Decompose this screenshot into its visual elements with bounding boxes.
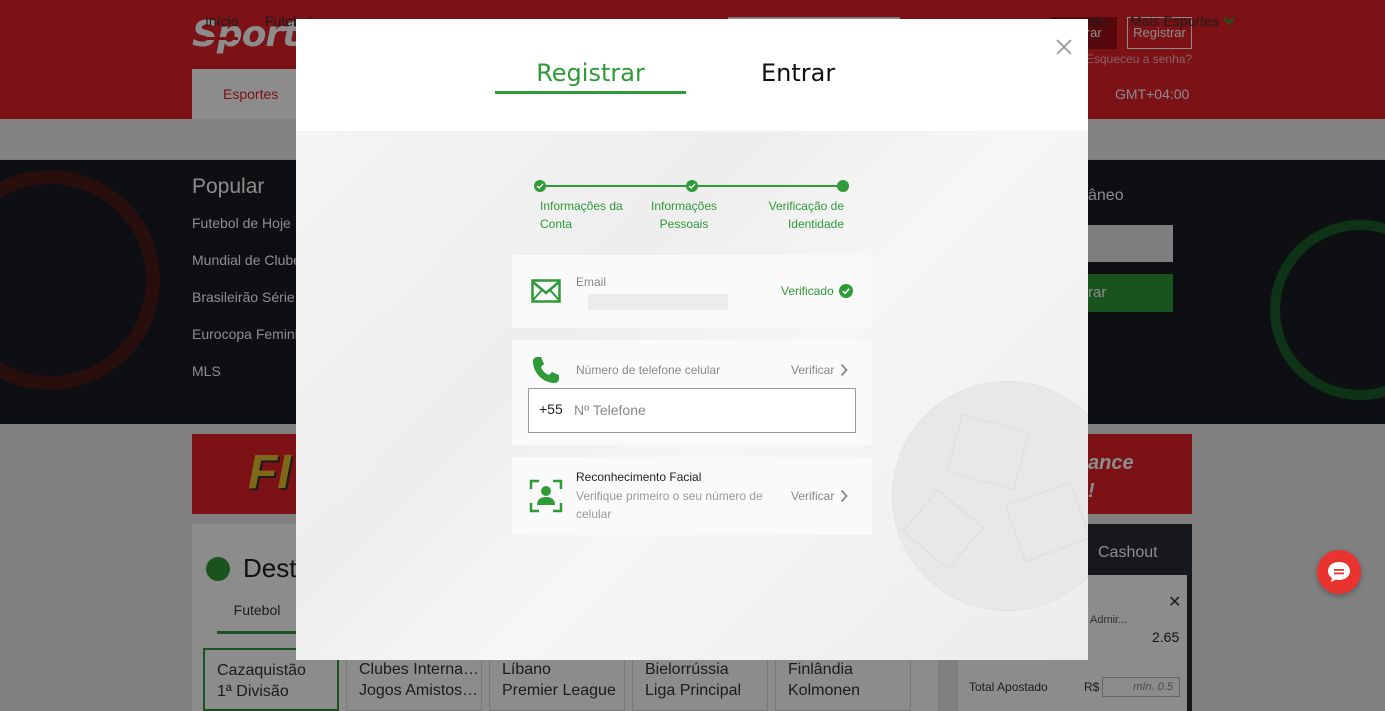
check-circle-icon (838, 284, 853, 298)
phone-input[interactable] (574, 399, 846, 421)
face-recognition-description: Verifique primeiro o seu número de celul… (576, 489, 763, 521)
check-circle-icon (686, 180, 698, 192)
ball-panel (902, 489, 984, 570)
tab-register[interactable]: Registrar (495, 59, 686, 94)
step-label-line: Informações da (540, 199, 623, 213)
email-verified-label: Verificado (781, 284, 834, 298)
step-label-identity: Verificação de Identidade (760, 197, 844, 233)
ball-panel (946, 413, 1030, 491)
step-label-personal: Informações Pessoais (640, 197, 728, 233)
step-current-dot (837, 180, 849, 192)
email-icon (531, 279, 561, 308)
chat-icon (1328, 562, 1350, 582)
step-connector (540, 185, 691, 187)
modal-header: Registrar Entrar (296, 19, 1088, 131)
step-label-line: Conta (540, 217, 573, 231)
phone-verify-label: Verificar (791, 363, 835, 377)
tab-login[interactable]: Entrar (761, 59, 835, 87)
step-label-account: Informações da Conta (540, 197, 623, 233)
face-id-icon (529, 479, 563, 518)
email-label: Email (576, 275, 607, 289)
face-verify-label: Verificar (791, 489, 835, 503)
email-value-masked (588, 294, 728, 310)
chevron-right-icon (841, 489, 849, 503)
email-verified-status: Verificado (781, 284, 853, 298)
face-verify-link[interactable]: Verificar (791, 489, 849, 503)
step-label-line: Informações (650, 199, 718, 213)
ball-panel (1004, 481, 1088, 563)
step-connector (692, 185, 843, 187)
step-label-line: Pessoais (659, 217, 709, 231)
country-code[interactable]: +55 (539, 401, 563, 417)
soccer-ball-decoration (892, 381, 1088, 611)
phone-verify-link[interactable]: Verificar (791, 363, 849, 377)
face-recognition-title: Reconhecimento Facial (576, 470, 702, 484)
chat-button[interactable] (1317, 550, 1361, 594)
close-icon[interactable] (1054, 37, 1074, 57)
phone-icon (531, 355, 561, 390)
chevron-right-icon (841, 363, 849, 377)
step-label-line: Identidade (787, 217, 844, 231)
check-circle-icon (534, 180, 546, 192)
phone-label: Número de telefone celular (576, 363, 721, 377)
step-label-line: Verificação de (768, 199, 844, 213)
